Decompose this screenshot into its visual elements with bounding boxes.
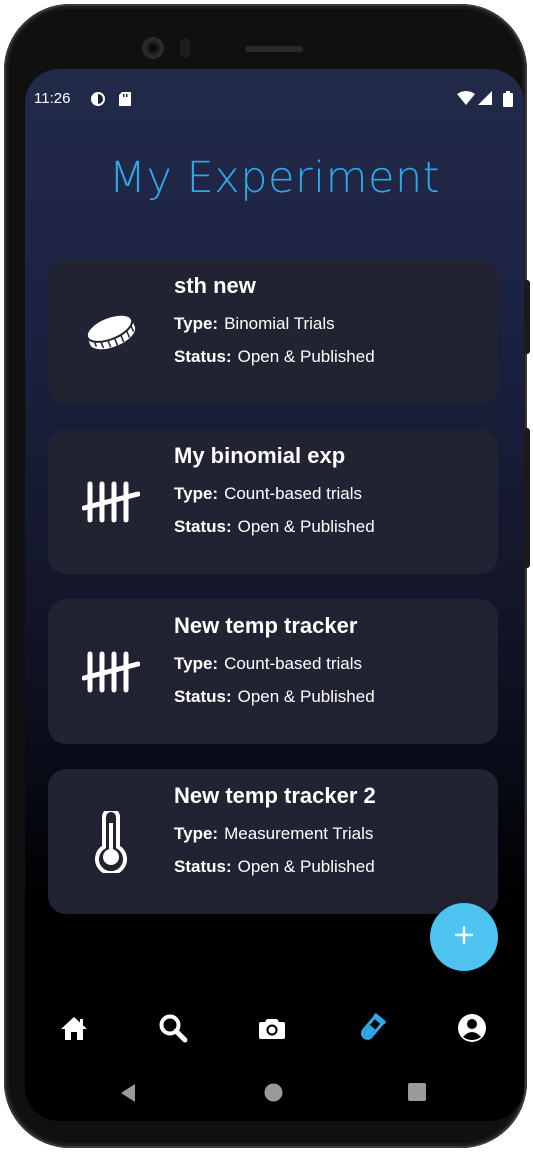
tally-icon	[80, 647, 142, 697]
thermometer-icon	[80, 811, 142, 873]
camera-icon	[259, 1017, 285, 1044]
type-value: Measurement Trials	[224, 824, 374, 843]
nav-profile[interactable]	[455, 1013, 489, 1047]
status-label: Status:	[174, 347, 232, 366]
recents-icon[interactable]	[408, 1083, 426, 1106]
app-screen: 11:26 My Experiment sth new Type: Binomi…	[25, 69, 524, 1121]
experiment-status: Status: Open & Published	[174, 687, 375, 707]
status-value: Open & Published	[237, 687, 375, 706]
earpiece-speaker	[245, 46, 303, 52]
coin-icon	[80, 307, 142, 357]
tally-icon	[80, 477, 142, 527]
page-title: My Experiment	[108, 153, 441, 203]
experiment-card[interactable]: My binomial exp Type: Count-based trials …	[48, 429, 498, 574]
experiment-type: Type: Count-based trials	[174, 484, 362, 504]
plus-icon	[454, 925, 474, 949]
status-bar: 11:26	[25, 69, 524, 129]
status-time: 11:26	[34, 90, 71, 107]
experiment-card[interactable]: New temp tracker 2 Type: Measurement Tria…	[48, 769, 498, 914]
experiment-name: sth new	[174, 273, 256, 298]
battery-icon	[503, 91, 513, 112]
experiment-name: New temp tracker 2	[174, 783, 376, 808]
experiment-status: Status: Open & Published	[174, 347, 375, 367]
status-value: Open & Published	[237, 517, 375, 536]
type-label: Type:	[174, 314, 219, 333]
status-value: Open & Published	[237, 347, 375, 366]
status-label: Status:	[174, 517, 232, 536]
add-experiment-button[interactable]	[430, 903, 498, 971]
type-label: Type:	[174, 654, 219, 673]
status-label: Status:	[174, 687, 232, 706]
experiment-type: Type: Measurement Trials	[174, 824, 373, 844]
experiment-card[interactable]: New temp tracker Type: Count-based trials…	[48, 599, 498, 744]
experiment-status: Status: Open & Published	[174, 857, 375, 877]
experiment-name: My binomial exp	[174, 443, 346, 468]
type-value: Count-based trials	[224, 484, 363, 503]
type-value: Count-based trials	[224, 654, 363, 673]
account-icon	[457, 1013, 487, 1048]
status-label: Status:	[174, 857, 232, 876]
home-circle-icon[interactable]	[264, 1083, 283, 1107]
power-button	[524, 428, 530, 568]
status-value: Open & Published	[237, 857, 375, 876]
front-camera	[142, 37, 164, 59]
proximity-sensor	[180, 38, 190, 58]
experiment-name: New temp tracker	[174, 613, 358, 638]
experiment-type: Type: Binomial Trials	[174, 314, 335, 334]
type-value: Binomial Trials	[224, 314, 335, 333]
data-saver-icon	[90, 91, 106, 112]
nav-experiments[interactable]	[355, 1012, 389, 1048]
volume-button	[524, 280, 530, 354]
experiment-status: Status: Open & Published	[174, 517, 375, 537]
nav-camera[interactable]	[255, 1013, 289, 1047]
type-label: Type:	[174, 484, 219, 503]
nav-home[interactable]	[57, 1013, 91, 1047]
wifi-icon	[457, 91, 475, 111]
bottom-navigation	[25, 1001, 524, 1057]
back-icon[interactable]	[119, 1083, 137, 1108]
system-navigation-bar	[25, 1069, 524, 1115]
sd-card-icon	[118, 91, 132, 112]
signal-icon	[478, 91, 492, 111]
experiment-type: Type: Count-based trials	[174, 654, 362, 674]
test-tube-icon	[357, 1012, 387, 1048]
search-icon	[158, 1013, 188, 1048]
home-icon	[59, 1015, 89, 1046]
experiment-card[interactable]: sth new Type: Binomial Trials Status: Open…	[48, 259, 498, 404]
nav-search[interactable]	[156, 1013, 190, 1047]
type-label: Type:	[174, 824, 219, 843]
